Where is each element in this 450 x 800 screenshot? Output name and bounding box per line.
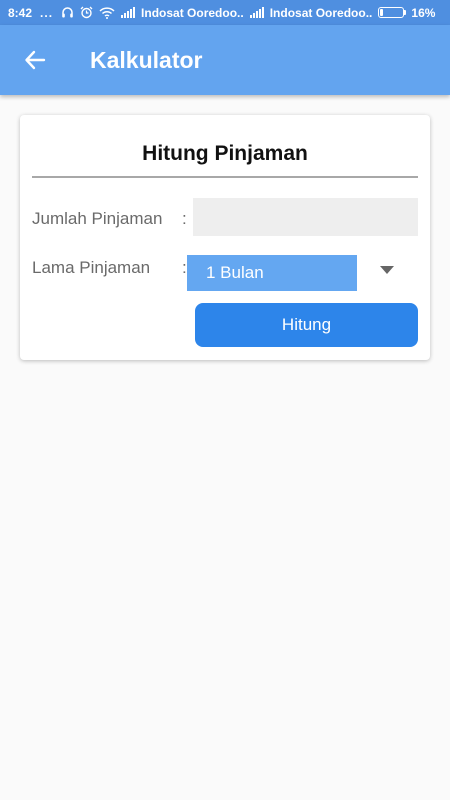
page-title: Kalkulator [90,46,203,73]
back-button[interactable] [0,25,70,95]
signal-icon [121,7,136,18]
amount-colon: : [182,209,187,228]
status-time: 8:42 [8,5,33,20]
carrier-name-2: Indosat Ooredoo.. [269,5,373,20]
signal-icon [249,7,264,18]
caret-down-icon[interactable] [380,266,394,274]
form-title: Hitung Pinjaman [142,142,308,165]
app-bar: Kalkulator [0,25,450,95]
alarm-icon [80,6,93,19]
duration-selected-value: 1 Bulan [206,263,264,282]
loan-amount-input[interactable] [193,198,418,236]
wifi-icon [99,6,115,19]
loan-calculator-card: Hitung Pinjaman Jumlah Pinjaman : Lama P… [20,115,430,360]
headset-icon [61,6,74,19]
calculate-button[interactable]: Hitung [195,303,418,347]
loan-duration-select[interactable]: 1 Bulan [187,255,357,291]
status-dots: ... [40,5,54,20]
carrier-name-1: Indosat Ooredoo.. [141,5,244,20]
title-divider [32,176,418,178]
battery-percent: 16% [411,5,436,20]
duration-label: Lama Pinjaman [32,258,151,277]
amount-label: Jumlah Pinjaman [32,209,163,228]
arrow-back-icon [25,50,46,70]
status-bar: 8:42 ... Indosat Ooredoo.. Indosat Oored… [0,0,450,25]
battery-icon [378,7,407,18]
